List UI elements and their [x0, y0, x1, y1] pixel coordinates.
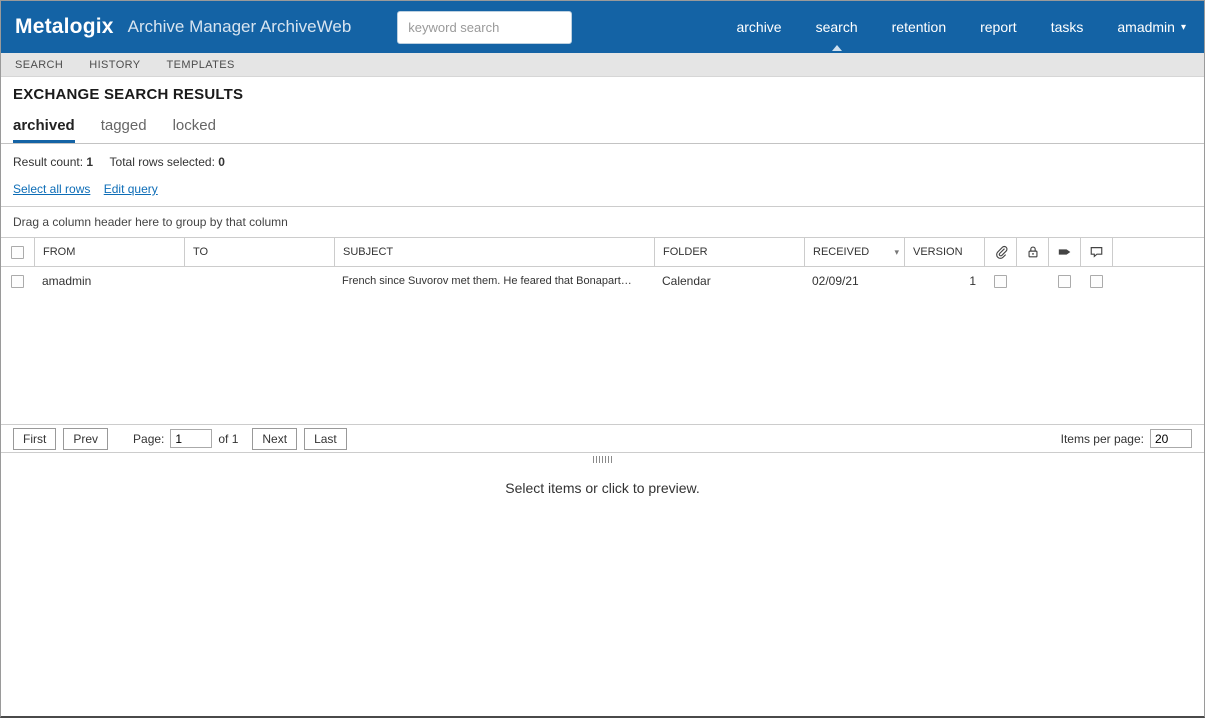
row-subject: French since Suvorov met them. He feared… [342, 275, 632, 287]
group-by-hint[interactable]: Drag a column header here to group by th… [1, 207, 1204, 238]
row-comment-checkbox[interactable] [1089, 274, 1103, 288]
top-header: Metalogix Archive Manager ArchiveWeb arc… [1, 1, 1204, 53]
paperclip-icon [995, 245, 1007, 259]
row-comment-cell [1080, 267, 1112, 295]
row-folder: Calendar [662, 274, 711, 288]
nav-item-retention-label: retention [891, 19, 947, 35]
column-filter-dropdown-icon[interactable]: ▾ [894, 247, 899, 258]
column-header-tagged[interactable] [1048, 238, 1080, 266]
product-title: Archive Manager ArchiveWeb [127, 17, 352, 36]
row-version: 1 [969, 274, 976, 288]
select-all-rows-link[interactable]: Select all rows [13, 182, 90, 196]
column-header-received-label: RECEIVED [813, 246, 870, 258]
result-count-label: Result count: [13, 155, 84, 169]
top-nav: archive search retention report tasks am… [736, 1, 1186, 53]
table-header-row: FROM TO SUBJECT FOLDER RECEIVED ▾ VERSIO… [1, 238, 1204, 267]
comment-icon [1090, 247, 1103, 258]
column-header-folder[interactable]: FOLDER [654, 238, 804, 266]
nav-item-tasks-label: tasks [1050, 19, 1084, 35]
column-header-version[interactable]: VERSION [904, 238, 984, 266]
row-locked-cell [1016, 267, 1048, 295]
row-to [184, 267, 334, 295]
column-header-from[interactable]: FROM [34, 238, 184, 266]
active-nav-indicator-icon [831, 45, 842, 51]
result-count-value: 1 [86, 155, 94, 169]
items-per-page-label: Items per page: [1060, 431, 1144, 446]
chevron-down-icon: ▾ [1180, 21, 1186, 33]
nav-item-archive-label: archive [736, 19, 782, 35]
rows-selected-value: 0 [218, 155, 225, 169]
select-all-checkbox[interactable] [11, 245, 24, 259]
row-tagged-cell [1048, 267, 1080, 295]
first-page-button[interactable]: First [13, 427, 57, 450]
column-header-filler [1112, 238, 1204, 266]
user-menu-label: amadmin [1117, 19, 1175, 35]
rows-selected-label: Total rows selected: [109, 155, 215, 169]
nav-item-search[interactable]: search [816, 1, 858, 53]
column-header-received[interactable]: RECEIVED ▾ [804, 238, 904, 266]
row-checkbox-cell [1, 267, 34, 295]
column-header-subject[interactable]: SUBJECT [334, 238, 654, 266]
archiveweb-window: Metalogix Archive Manager ArchiveWeb arc… [0, 0, 1205, 718]
user-menu[interactable]: amadmin ▾ [1117, 1, 1186, 53]
nav-item-retention[interactable]: retention [892, 1, 946, 53]
next-page-button[interactable]: Next [252, 427, 298, 450]
row-from: amadmin [42, 274, 92, 288]
table-body: amadmin French since Suvorov met them. H… [1, 267, 1204, 424]
row-checkbox[interactable] [11, 274, 24, 288]
column-header-comment[interactable] [1080, 238, 1112, 266]
tab-archived[interactable]: archived [13, 117, 75, 143]
pagination-bar: First Prev Page: of 1 Next Last Items pe… [1, 424, 1204, 453]
nav-item-report[interactable]: report [980, 1, 1017, 53]
subnav-item-templates[interactable]: TEMPLATES [154, 59, 248, 71]
subnav-item-history[interactable]: HISTORY [76, 59, 153, 71]
row-attachment-cell [984, 267, 1016, 295]
items-per-page-input[interactable] [1150, 429, 1192, 448]
column-header-to[interactable]: TO [184, 238, 334, 266]
sub-nav: SEARCH HISTORY TEMPLATES [1, 53, 1204, 77]
tag-icon [1058, 249, 1071, 255]
nav-item-report-label: report [980, 19, 1017, 35]
prev-page-button[interactable]: Prev [63, 427, 109, 450]
tab-locked[interactable]: locked [173, 117, 216, 143]
preview-hint: Select items or click to preview. [505, 480, 700, 496]
table-row[interactable]: amadmin French since Suvorov met them. H… [1, 267, 1204, 295]
column-header-locked[interactable] [1016, 238, 1048, 266]
nav-item-tasks[interactable]: tasks [1051, 1, 1084, 53]
select-all-checkbox-cell [1, 238, 34, 266]
result-counts: Result count: 1 Total rows selected: 0 [13, 155, 1192, 169]
metalogix-logo: Metalogix [15, 15, 114, 38]
nav-item-archive[interactable]: archive [736, 1, 781, 53]
result-tabs: archived tagged locked [13, 117, 1204, 143]
row-attachment-checkbox[interactable] [993, 274, 1007, 288]
edit-query-link[interactable]: Edit query [104, 182, 158, 196]
keyword-search-input[interactable] [397, 10, 573, 44]
page-of-label: of 1 [218, 431, 239, 446]
results-info: Result count: 1 Total rows selected: 0 S… [1, 144, 1204, 207]
row-received: 02/09/21 [812, 274, 859, 288]
preview-splitter-handle[interactable] [1, 453, 1204, 466]
page-number-input[interactable] [170, 429, 213, 448]
last-page-button[interactable]: Last [304, 427, 347, 450]
row-tagged-checkbox[interactable] [1057, 274, 1071, 288]
page-label: Page: [133, 431, 165, 446]
page-title: EXCHANGE SEARCH RESULTS [13, 86, 244, 103]
lock-icon [1027, 246, 1038, 258]
result-links: Select all rows Edit query [13, 182, 1192, 196]
column-header-attachment[interactable] [984, 238, 1016, 266]
nav-item-search-label: search [815, 19, 858, 35]
subnav-item-search[interactable]: SEARCH [13, 59, 76, 71]
row-filler [1112, 267, 1204, 295]
tab-tagged[interactable]: tagged [101, 117, 147, 143]
